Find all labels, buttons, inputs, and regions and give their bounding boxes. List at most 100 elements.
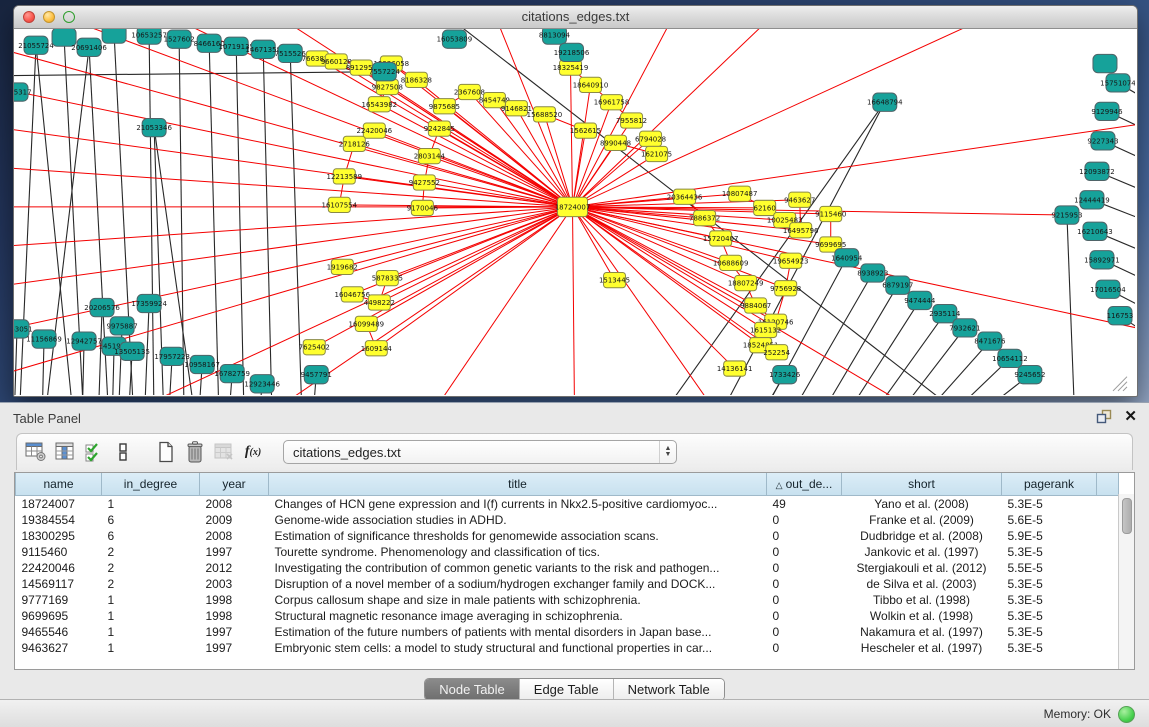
graph-node-label: 16961758 (594, 98, 630, 107)
table-cell: de Silva et al. (2003) (842, 576, 1002, 592)
graph-node-label: 16107554 (321, 200, 357, 209)
graph-node-label: 16053809 (437, 35, 473, 44)
table-row[interactable]: 977716911998Corpus callosum shape and si… (16, 592, 1119, 608)
graph-edge (236, 46, 244, 395)
graph-node-label: 8471676 (974, 337, 1006, 346)
table-row[interactable]: 1830029562008Estimation of significance … (16, 528, 1119, 544)
table-cell: Wolkin et al. (1998) (842, 608, 1002, 624)
table-cell: 5.3E-5 (1002, 576, 1097, 592)
table-row[interactable]: 946554611997Estimation of the future num… (16, 624, 1119, 640)
table-cell: 2008 (200, 496, 269, 513)
table-row[interactable]: 1872400712008Changes of HCN gene express… (16, 496, 1119, 513)
table-row[interactable]: 2242004622012Investigating the contribut… (16, 560, 1119, 576)
scrollbar-thumb[interactable] (1122, 498, 1132, 534)
table-row[interactable]: 969969511998Structural magnetic resonanc… (16, 608, 1119, 624)
graph-edge (572, 207, 1135, 334)
graph-edge (354, 144, 572, 207)
table-row[interactable]: 911546021997Tourette syndrome. Phenomeno… (16, 544, 1119, 560)
table-cell: 9699695 (16, 608, 102, 624)
column-header-name[interactable]: name (16, 473, 102, 496)
table-cell: Franke et al. (2009) (842, 512, 1002, 528)
table-cell: 0 (767, 640, 842, 656)
memory-status-indicator-icon[interactable] (1118, 706, 1135, 723)
graph-node-label: 20206576 (84, 303, 120, 312)
column-header-in-degree[interactable]: in_degree (102, 473, 200, 496)
table-row[interactable]: 1938455462009Genome-wide association stu… (16, 512, 1119, 528)
graph-node-label: 15720407 (703, 234, 739, 243)
create-column-icon[interactable] (153, 439, 179, 465)
graph-node-label: 9975887 (107, 321, 138, 330)
table-cell: 1 (102, 640, 200, 656)
table-cell: 5.3E-5 (1002, 496, 1097, 513)
table-cell: 0 (767, 592, 842, 608)
vertical-scrollbar[interactable] (1118, 494, 1134, 669)
table-cell: Genome-wide association studies in ADHD. (269, 512, 767, 528)
graph-node-label: 8186328 (401, 75, 432, 84)
table-row[interactable]: 1456911722003Disruption of a novel membe… (16, 576, 1119, 592)
table-cell: 1 (102, 496, 200, 513)
combo-stepper-icon: ▲▼ (659, 441, 676, 463)
graph-node-label: 116753 (1107, 311, 1134, 320)
network-canvas[interactable]: 1872400776638229660128891295415226058982… (14, 29, 1135, 395)
float-window-icon[interactable] (1096, 409, 1112, 424)
table-cell: 1 (102, 624, 200, 640)
table-cell: 2008 (200, 528, 269, 544)
window-titlebar[interactable]: citations_edges.txt (14, 6, 1137, 29)
graph-node-label: 9463627 (784, 195, 815, 204)
table-cell: Investigating the contribution of common… (269, 560, 767, 576)
node-table: namein_degreeyeartitle△out_de...shortpag… (15, 473, 1119, 656)
resize-grip-icon[interactable] (1113, 377, 1127, 391)
graph-node-label: 9245652 (1014, 370, 1045, 379)
delete-table-icon[interactable] (211, 439, 237, 465)
graph-edge (118, 326, 122, 395)
table-toolbar: f(x) citations_edges.txt ▲▼ (16, 433, 1133, 470)
column-header-year[interactable]: year (200, 473, 269, 496)
function-builder-icon[interactable]: f(x) (240, 439, 266, 465)
table-cell: 1 (102, 592, 200, 608)
table-row[interactable]: 946362711997Embryonic stem cells: a mode… (16, 640, 1119, 656)
select-mode-icon[interactable] (81, 439, 107, 465)
graph-edge (572, 207, 574, 395)
graph-node-label: 12942757 (66, 337, 102, 346)
graph-node-label: 9853051 (14, 324, 33, 333)
graph-node-label: 19218506 (554, 48, 590, 57)
graph-node-label: 12093872 (1079, 167, 1115, 176)
tab-network-table[interactable]: Network Table (614, 679, 724, 700)
close-panel-icon[interactable]: ✕ (1124, 409, 1137, 424)
table-cell: 5.3E-5 (1002, 624, 1097, 640)
table-settings-icon[interactable] (23, 439, 49, 465)
memory-status-label: Memory: OK (1044, 707, 1111, 721)
graph-node-label: 9115460 (815, 210, 847, 219)
graph-node[interactable] (102, 29, 126, 43)
row-height-icon[interactable] (110, 439, 136, 465)
table-cell: 5.6E-5 (1002, 512, 1097, 528)
graph-edge (209, 43, 219, 395)
table-cell: 5.3E-5 (1002, 640, 1097, 656)
tab-node-table[interactable]: Node Table (425, 679, 520, 700)
graph-node-label: 8813094 (539, 31, 571, 40)
graph-node-label: 9215953 (1051, 211, 1082, 220)
graph-node-label: 10653257 (131, 31, 167, 40)
graph-node-label: 16648794 (867, 98, 903, 107)
table-cell: Estimation of significance thresholds fo… (269, 528, 767, 544)
table-cell: Stergiakouli et al. (2012) (842, 560, 1002, 576)
delete-column-icon[interactable] (182, 439, 208, 465)
table-cell: Corpus callosum shape and size in male p… (269, 592, 767, 608)
table-cell: 9115460 (16, 544, 102, 560)
table-selector[interactable]: citations_edges.txt ▲▼ (283, 440, 677, 464)
graph-node-label: 252254 (763, 348, 790, 357)
graph-node-label: 9699695 (815, 240, 846, 249)
attribute-table: namein_degreeyeartitle△out_de...shortpag… (14, 472, 1135, 670)
graph-node-label: 6879197 (882, 281, 913, 290)
show-columns-icon[interactable] (52, 439, 78, 465)
sort-ascending-icon: △ (776, 480, 783, 490)
column-header-pagerank[interactable]: pagerank (1002, 473, 1097, 496)
graph-node-label: 2803144 (414, 152, 446, 161)
column-header-title[interactable]: title (269, 473, 767, 496)
tab-edge-table[interactable]: Edge Table (520, 679, 614, 700)
network-view[interactable]: 1872400776638229660128891295415226058982… (14, 29, 1135, 395)
column-header-out-de-[interactable]: △out_de... (767, 473, 842, 496)
column-header-short[interactable]: short (842, 473, 1002, 496)
graph-node[interactable] (1093, 54, 1117, 72)
graph-node-label: 1640954 (831, 253, 863, 262)
